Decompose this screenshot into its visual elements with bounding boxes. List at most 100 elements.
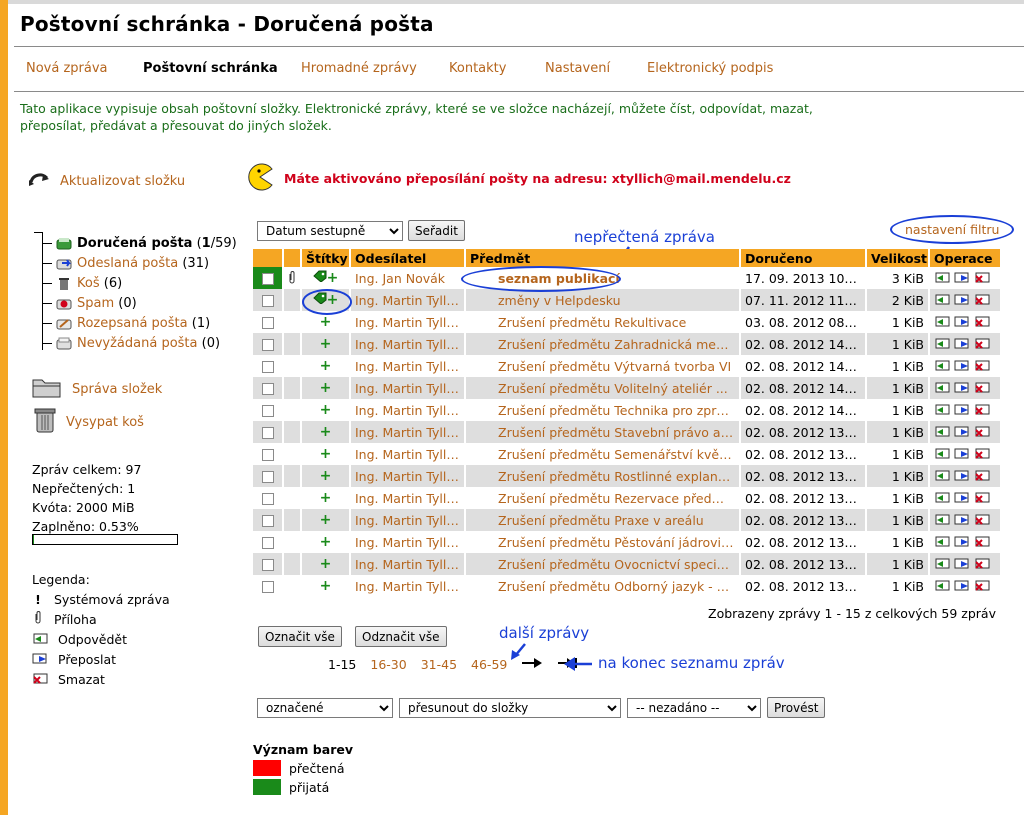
- reply-icon[interactable]: [934, 557, 950, 572]
- nav-mailbox[interactable]: Poštovní schránka: [143, 61, 278, 76]
- next-page-icon[interactable]: [521, 657, 543, 672]
- delete-icon[interactable]: [974, 491, 990, 506]
- nav-bulk-messages[interactable]: Hromadné zprávy: [301, 61, 417, 76]
- reply-icon[interactable]: [934, 425, 950, 440]
- refresh-folder-link[interactable]: Aktualizovat složku: [60, 174, 185, 189]
- delete-icon[interactable]: [974, 447, 990, 462]
- folder-sent[interactable]: Odeslaná pošta (31): [42, 256, 209, 271]
- sender-cell[interactable]: Ing. Martin Tyllich: [350, 333, 466, 355]
- reply-icon[interactable]: [934, 447, 950, 462]
- tag-icon[interactable]: [312, 292, 327, 307]
- page-2[interactable]: 16-30: [370, 657, 406, 672]
- delete-icon[interactable]: [974, 271, 990, 286]
- page-3[interactable]: 31-45: [421, 657, 457, 672]
- table-row[interactable]: + Ing. Martin Tyllich Zrušení předmětu Pra…: [253, 509, 1002, 531]
- col-subject[interactable]: Předmět: [465, 249, 741, 267]
- nav-settings[interactable]: Nastavení: [545, 61, 610, 76]
- empty-trash-action[interactable]: Vysypat koš: [34, 406, 144, 438]
- folder-junk[interactable]: Nevyžádaná pošta (0): [42, 336, 220, 351]
- delete-icon[interactable]: [974, 293, 990, 308]
- add-tag-icon[interactable]: +: [320, 358, 332, 374]
- row-checkbox[interactable]: [261, 449, 274, 461]
- table-row[interactable]: + Ing. Martin Tyllich Zrušení předmětu Pěs…: [253, 531, 1002, 553]
- forward-icon[interactable]: [954, 271, 970, 286]
- subject-cell[interactable]: Zrušení předmětu Výtvarná tvorba VI: [465, 355, 741, 377]
- folder-spam[interactable]: Spam (0): [42, 296, 137, 311]
- forward-icon[interactable]: [954, 381, 970, 396]
- add-tag-icon[interactable]: +: [320, 336, 332, 352]
- row-checkbox[interactable]: [261, 361, 274, 373]
- reply-icon[interactable]: [934, 513, 950, 528]
- nav-new-message[interactable]: Nová zpráva: [26, 61, 108, 76]
- folder-drafts[interactable]: Rozepsaná pošta (1): [42, 316, 210, 331]
- table-row[interactable]: + Ing. Martin Tyllich Zrušení předmětu Rez…: [253, 487, 1002, 509]
- manage-folders-action[interactable]: Správa složek: [32, 375, 162, 403]
- table-row[interactable]: + Ing. Martin Tyllich Zrušení předmětu Zah…: [253, 333, 1002, 355]
- row-checkbox[interactable]: [261, 427, 274, 439]
- col-sender[interactable]: Odesílatel: [350, 249, 466, 267]
- sender-cell[interactable]: Ing. Martin Tyllich: [350, 399, 466, 421]
- delete-icon[interactable]: [974, 381, 990, 396]
- folder-inbox[interactable]: Doručená pošta (1/59): [42, 236, 237, 251]
- subject-cell[interactable]: Zrušení předmětu Stavební právo a p...: [465, 421, 741, 443]
- forward-icon[interactable]: [954, 425, 970, 440]
- filter-settings-link[interactable]: nastavení filtru: [905, 222, 999, 237]
- subject-cell[interactable]: Zrušení předmětu Technika pro zprac...: [465, 399, 741, 421]
- sender-cell[interactable]: Ing. Jan Novák: [350, 267, 466, 289]
- delete-icon[interactable]: [974, 469, 990, 484]
- add-tag-icon[interactable]: +: [320, 512, 332, 528]
- bulk-target-select[interactable]: -- nezadáno --: [627, 697, 761, 718]
- add-tag-icon[interactable]: +: [320, 556, 332, 572]
- select-all-button[interactable]: Označit vše: [258, 626, 342, 647]
- sender-cell[interactable]: Ing. Martin Tyllich: [350, 443, 466, 465]
- reply-icon[interactable]: [934, 359, 950, 374]
- table-row[interactable]: + Ing. Martin Tyllich Zrušení předmětu Vol…: [253, 377, 1002, 399]
- col-tags[interactable]: Štítky: [301, 249, 351, 267]
- add-tag-icon[interactable]: +: [320, 402, 332, 418]
- row-checkbox[interactable]: [261, 471, 274, 483]
- forward-icon[interactable]: [954, 557, 970, 572]
- col-size[interactable]: Velikost: [866, 249, 930, 267]
- table-row[interactable]: + Ing. Martin Tyllich Zrušení předmětu Výt…: [253, 355, 1002, 377]
- row-checkbox[interactable]: [261, 317, 274, 329]
- row-checkbox[interactable]: [261, 559, 274, 571]
- delete-icon[interactable]: [974, 535, 990, 550]
- table-row[interactable]: + Ing. Martin Tyllich změny v Helpdesku 07.…: [253, 289, 1002, 311]
- add-tag-icon[interactable]: +: [320, 446, 332, 462]
- add-tag-icon[interactable]: +: [320, 424, 332, 440]
- sender-cell[interactable]: Ing. Martin Tyllich: [350, 465, 466, 487]
- nav-contacts[interactable]: Kontakty: [449, 61, 506, 76]
- forward-icon[interactable]: [954, 293, 970, 308]
- reply-icon[interactable]: [934, 293, 950, 308]
- forward-icon[interactable]: [954, 535, 970, 550]
- folder-trash[interactable]: Koš (6): [42, 276, 122, 291]
- sender-cell[interactable]: Ing. Martin Tyllich: [350, 311, 466, 333]
- delete-icon[interactable]: [974, 513, 990, 528]
- sender-cell[interactable]: Ing. Martin Tyllich: [350, 509, 466, 531]
- reply-icon[interactable]: [934, 535, 950, 550]
- bulk-action-select[interactable]: přesunout do složky: [399, 697, 621, 718]
- forward-icon[interactable]: [954, 359, 970, 374]
- row-checkbox[interactable]: [261, 537, 274, 549]
- add-tag-icon[interactable]: +: [320, 314, 332, 330]
- table-row[interactable]: + Ing. Martin Tyllich Zrušení předmětu Tec…: [253, 399, 1002, 421]
- row-checkbox[interactable]: [261, 273, 274, 285]
- execute-button[interactable]: Provést: [767, 697, 826, 718]
- reply-icon[interactable]: [934, 381, 950, 396]
- add-tag-icon[interactable]: +: [327, 292, 339, 308]
- subject-cell[interactable]: Zrušení předmětu Semenářství květin...: [465, 443, 741, 465]
- forward-icon[interactable]: [954, 491, 970, 506]
- row-checkbox[interactable]: [261, 405, 274, 417]
- subject-cell[interactable]: Zrušení předmětu Ovocnictví speciál...: [465, 553, 741, 575]
- forward-icon[interactable]: [954, 513, 970, 528]
- sender-cell[interactable]: Ing. Martin Tyllich: [350, 553, 466, 575]
- subject-cell[interactable]: Zrušení předmětu Rezervace předmětu...: [465, 487, 741, 509]
- sender-cell[interactable]: Ing. Martin Tyllich: [350, 355, 466, 377]
- refresh-folder-action[interactable]: Aktualizovat složku: [28, 170, 185, 192]
- row-checkbox[interactable]: [261, 493, 274, 505]
- nav-e-signature[interactable]: Elektronický podpis: [647, 61, 773, 76]
- deselect-all-button[interactable]: Odznačit vše: [355, 626, 447, 647]
- delete-icon[interactable]: [974, 557, 990, 572]
- sort-button[interactable]: Seřadit: [408, 220, 465, 241]
- reply-icon[interactable]: [934, 315, 950, 330]
